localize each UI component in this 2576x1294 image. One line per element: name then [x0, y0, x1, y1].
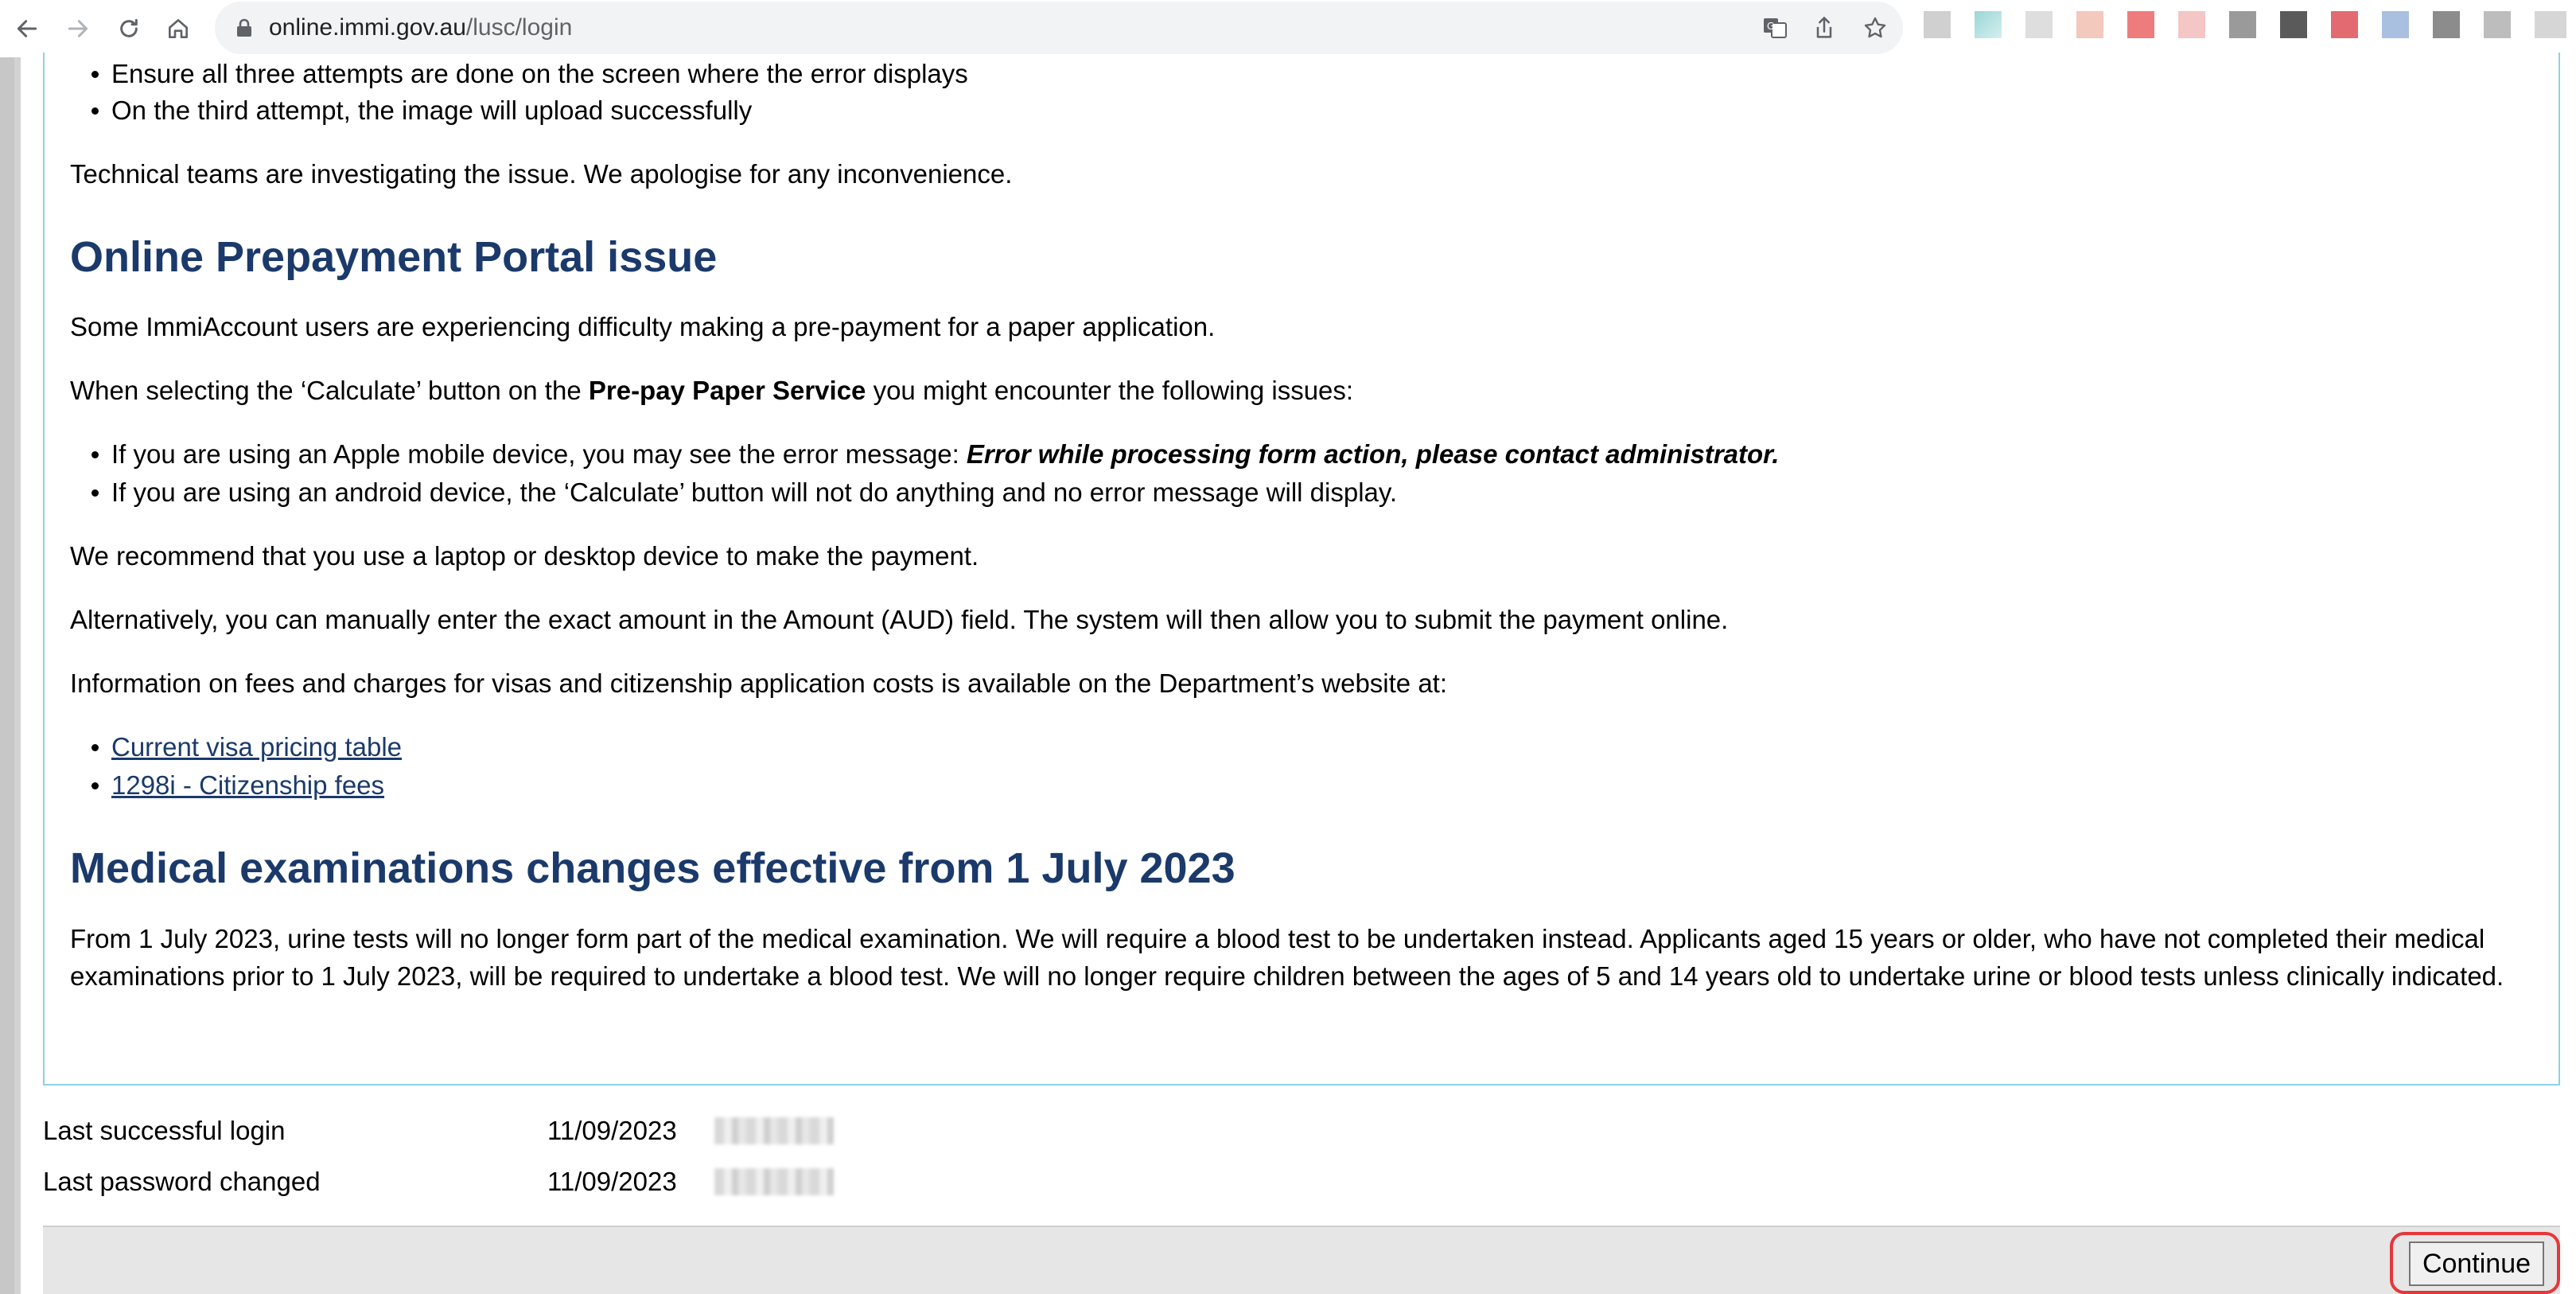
extension-icon[interactable]	[1975, 11, 2002, 38]
bold-text: Pre-pay Paper Service	[588, 376, 866, 405]
extension-icon[interactable]	[2484, 11, 2511, 38]
last-login-label: Last successful login	[43, 1116, 286, 1145]
paragraph: Technical teams are investigating the is…	[70, 159, 1013, 189]
url-text: online.immi.gov.au/lusc/login	[269, 14, 573, 41]
section-heading: Online Prepayment Portal issue	[70, 233, 718, 281]
list-item: Current visa pricing table	[91, 729, 402, 766]
extension-icon[interactable]	[1924, 11, 1951, 38]
redacted-time	[714, 1117, 834, 1144]
forward-arrow-icon[interactable]	[59, 10, 97, 48]
extension-icon[interactable]	[2025, 11, 2053, 38]
paragraph: Alternatively, you can manually enter th…	[70, 605, 1729, 634]
redacted-time	[714, 1168, 834, 1195]
paragraph: Some ImmiAccount users are experiencing …	[70, 312, 1216, 341]
translate-icon[interactable]: G	[1760, 13, 1790, 43]
scrollbar-thumb[interactable]	[0, 57, 14, 1294]
footer-bar	[43, 1226, 2560, 1294]
browser-toolbar: online.immi.gov.au/lusc/login G	[0, 0, 2576, 57]
list-item: If you are using an Apple mobile device,…	[91, 436, 1780, 473]
paragraph: We recommend that you use a laptop or de…	[70, 541, 979, 571]
scrollbar[interactable]	[0, 57, 21, 1294]
visa-pricing-link[interactable]: Current visa pricing table	[111, 732, 402, 762]
paragraph: Information on fees and charges for visa…	[70, 668, 1448, 698]
citizenship-fees-link[interactable]: 1298i - Citizenship fees	[111, 770, 384, 800]
extension-icon[interactable]	[2127, 11, 2154, 38]
list-item: On the third attempt, the image will upl…	[91, 92, 752, 129]
section-heading: Medical examinations changes effective f…	[70, 844, 1235, 892]
list-item: If you are using an android device, the …	[91, 474, 1397, 511]
star-icon[interactable]	[1860, 13, 1890, 43]
share-icon[interactable]	[1809, 13, 1839, 43]
extension-icon[interactable]	[2382, 11, 2409, 38]
last-login-date: 11/09/2023	[547, 1116, 677, 1145]
list-item: Ensure all three attempts are done on th…	[91, 56, 968, 92]
lock-icon[interactable]	[229, 13, 259, 43]
back-arrow-icon[interactable]	[8, 10, 46, 48]
extension-icon[interactable]	[2331, 11, 2358, 38]
last-password-label: Last password changed	[43, 1167, 321, 1196]
reload-icon[interactable]	[110, 10, 148, 48]
paragraph: From 1 July 2023, urine tests will no lo…	[70, 924, 2504, 991]
extension-icon[interactable]	[2433, 11, 2460, 38]
extension-icon[interactable]	[2280, 11, 2307, 38]
extension-icon[interactable]	[2229, 11, 2256, 38]
extension-icon[interactable]	[2178, 11, 2205, 38]
home-icon[interactable]	[159, 10, 197, 48]
list-item: 1298i - Citizenship fees	[91, 767, 384, 804]
address-bar[interactable]: online.immi.gov.au/lusc/login G	[215, 2, 1903, 54]
paragraph: When selecting the ‘Calculate’ button on…	[70, 376, 1354, 405]
error-message-text: Error while processing form action, plea…	[966, 439, 1780, 469]
svg-text:G: G	[1767, 21, 1774, 32]
extension-icon[interactable]	[2535, 11, 2566, 38]
extension-icon[interactable]	[2076, 11, 2103, 38]
continue-button[interactable]: Continue	[2409, 1241, 2544, 1286]
last-password-date: 11/09/2023	[547, 1167, 677, 1196]
